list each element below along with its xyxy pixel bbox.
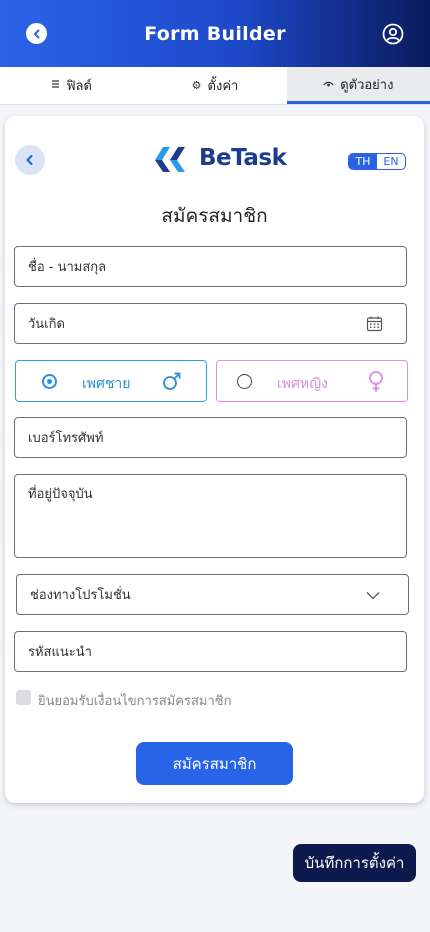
- list-icon: [51, 79, 60, 92]
- female-label: เพศหญิง: [277, 376, 328, 392]
- tab-preview[interactable]: ดูตัวอย่าง: [286, 67, 430, 104]
- birthdate-placeholder: วันเกิด: [28, 317, 65, 332]
- gear-icon: ⚙: [191, 79, 202, 92]
- chevron-down-icon: [366, 589, 380, 604]
- user-circle-icon: [382, 23, 404, 45]
- terms-checkbox[interactable]: [16, 690, 31, 705]
- address-placeholder: ที่อยู่ปัจจุบัน: [28, 487, 93, 502]
- male-symbol-icon: [162, 370, 182, 396]
- tab-label: ฟิลด์: [66, 79, 92, 94]
- female-radio[interactable]: [237, 374, 252, 389]
- form-preview-card: BeTask TH EN สมัครสมาชิก ชื่อ - นามสกุล …: [5, 116, 424, 803]
- lang-th-button[interactable]: TH: [349, 154, 377, 169]
- male-radio[interactable]: [42, 374, 57, 389]
- referral-placeholder: รหัสแนะนำ: [28, 645, 92, 660]
- language-toggle: TH EN: [348, 153, 406, 170]
- calendar-icon[interactable]: [366, 315, 383, 336]
- tab-settings[interactable]: ⚙ ตั้งค่า: [143, 67, 286, 104]
- fullname-placeholder: ชื่อ - นามสกุล: [28, 260, 107, 275]
- tab-bar: ฟิลด์ ⚙ ตั้งค่า ดูตัวอย่าง: [0, 67, 430, 105]
- fullname-input[interactable]: ชื่อ - นามสกุล: [14, 246, 407, 287]
- betask-logo-icon: [155, 147, 185, 172]
- logo-text: BeTask: [199, 145, 287, 171]
- profile-button[interactable]: [382, 23, 404, 45]
- page-title: Form Builder: [144, 22, 286, 45]
- chevron-left-icon: [26, 154, 33, 166]
- female-symbol-icon: [367, 370, 385, 398]
- back-button[interactable]: [26, 23, 47, 44]
- app-header: Form Builder: [0, 0, 430, 67]
- gender-female-option[interactable]: เพศหญิง: [216, 360, 408, 402]
- eye-icon: [323, 78, 334, 91]
- phone-input[interactable]: เบอร์โทรศัพท์: [14, 417, 407, 458]
- save-settings-button[interactable]: บันทึกการตั้งค่า: [293, 844, 416, 882]
- referral-code-input[interactable]: รหัสแนะนำ: [14, 631, 407, 672]
- promo-channel-select[interactable]: ช่องทางโปรโมชั่น: [16, 574, 409, 615]
- terms-label: ยินยอมรับเงื่อนไขการสมัครสมาชิก: [38, 694, 232, 709]
- male-label: เพศชาย: [82, 376, 131, 392]
- brand-logo: BeTask: [153, 143, 287, 173]
- birthdate-input[interactable]: วันเกิด: [14, 303, 407, 344]
- address-textarea[interactable]: ที่อยู่ปัจจุบัน: [14, 474, 407, 558]
- promo-channel-placeholder: ช่องทางโปรโมชั่น: [30, 588, 131, 603]
- form-title: สมัครสมาชิก: [161, 205, 268, 227]
- submit-button[interactable]: สมัครสมาชิก: [136, 742, 293, 785]
- form-back-button[interactable]: [15, 145, 45, 175]
- tab-fields[interactable]: ฟิลด์: [0, 67, 143, 104]
- tab-label: ดูตัวอย่าง: [340, 77, 394, 93]
- phone-placeholder: เบอร์โทรศัพท์: [28, 431, 104, 446]
- chevron-left-icon: [33, 29, 39, 38]
- gender-male-option[interactable]: เพศชาย: [15, 360, 207, 402]
- tab-label: ตั้งค่า: [207, 79, 239, 94]
- lang-en-button[interactable]: EN: [377, 154, 405, 169]
